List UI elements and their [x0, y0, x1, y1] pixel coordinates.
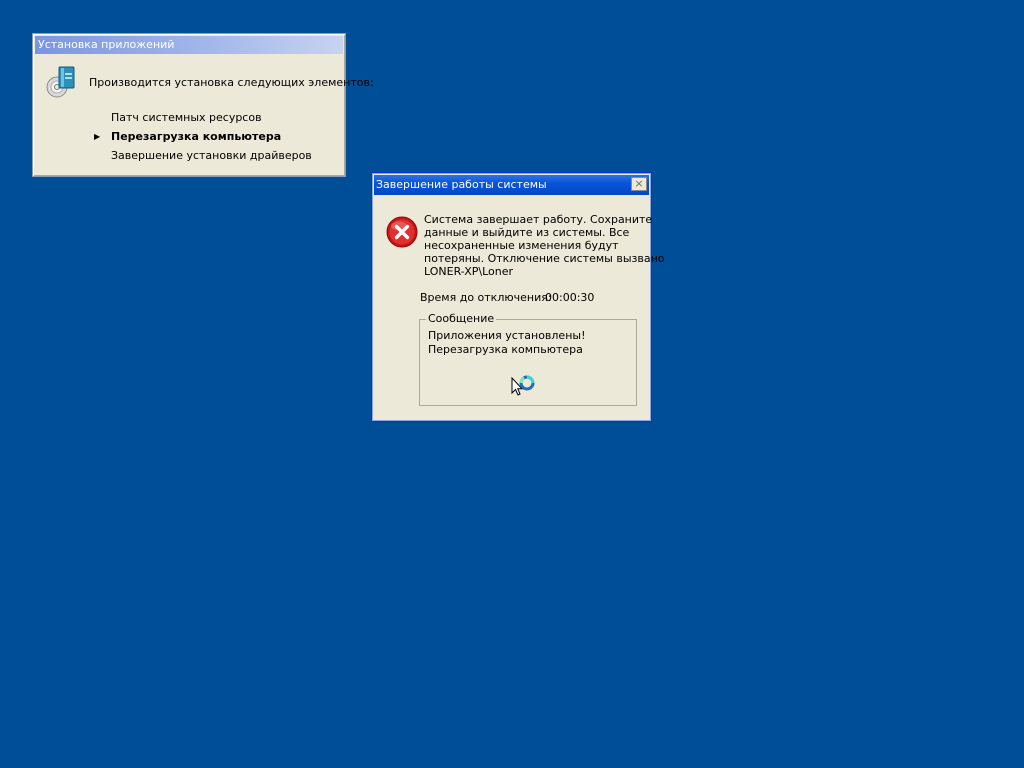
install-cd-icon	[44, 65, 78, 99]
install-window-title: Установка приложений	[38, 38, 175, 51]
message-line: данные и выйдите из системы. Все	[424, 226, 630, 239]
install-window-titlebar[interactable]: Установка приложений	[35, 36, 343, 54]
error-icon	[386, 216, 418, 248]
message-line: несохраненные изменения будут	[424, 239, 619, 252]
shutdown-dialog-titlebar[interactable]: Завершение работы системы ×	[374, 175, 649, 195]
group-message-line: Перезагрузка компьютера	[428, 343, 583, 356]
close-icon: ×	[634, 177, 644, 190]
message-groupbox-label: Сообщение	[426, 312, 497, 325]
time-remaining-value: 00:00:30	[545, 291, 595, 304]
time-remaining-label: Время до отключения:	[420, 291, 552, 304]
desktop: { "install_window": { "title": "Установк…	[0, 0, 1024, 768]
message-groupbox-text: Приложения установлены! Перезагрузка ком…	[428, 329, 586, 357]
install-item-label: Завершение установки драйверов	[111, 149, 312, 162]
current-step-arrow-icon: ▶	[94, 132, 101, 141]
shutdown-message: Система завершает работу. Сохраните данн…	[424, 213, 665, 278]
shutdown-dialog-title: Завершение работы системы	[376, 178, 547, 191]
install-window: Установка приложений Производится устано…	[32, 33, 374, 177]
install-items-list: Патч системных ресурсов ▶ Перезагрузка к…	[90, 108, 312, 165]
install-item-restart: ▶ Перезагрузка компьютера	[90, 127, 312, 146]
install-item-label: Перезагрузка компьютера	[111, 130, 282, 143]
shutdown-dialog: Завершение работы системы × Система заве…	[371, 172, 665, 422]
group-message-line: Приложения установлены!	[428, 329, 586, 342]
message-groupbox: Сообщение Приложения установлены! Переза…	[419, 312, 637, 406]
message-line: LONER-XP\Loner	[424, 265, 513, 278]
close-button[interactable]: ×	[631, 177, 647, 191]
install-item-label: Патч системных ресурсов	[111, 111, 262, 124]
install-item-drivers: Завершение установки драйверов	[90, 146, 312, 165]
message-line: потеряны. Отключение системы вызвано	[424, 252, 665, 265]
install-item-patch: Патч системных ресурсов	[90, 108, 312, 127]
message-line: Система завершает работу. Сохраните	[424, 213, 653, 226]
install-heading: Производится установка следующих элемент…	[89, 76, 374, 89]
